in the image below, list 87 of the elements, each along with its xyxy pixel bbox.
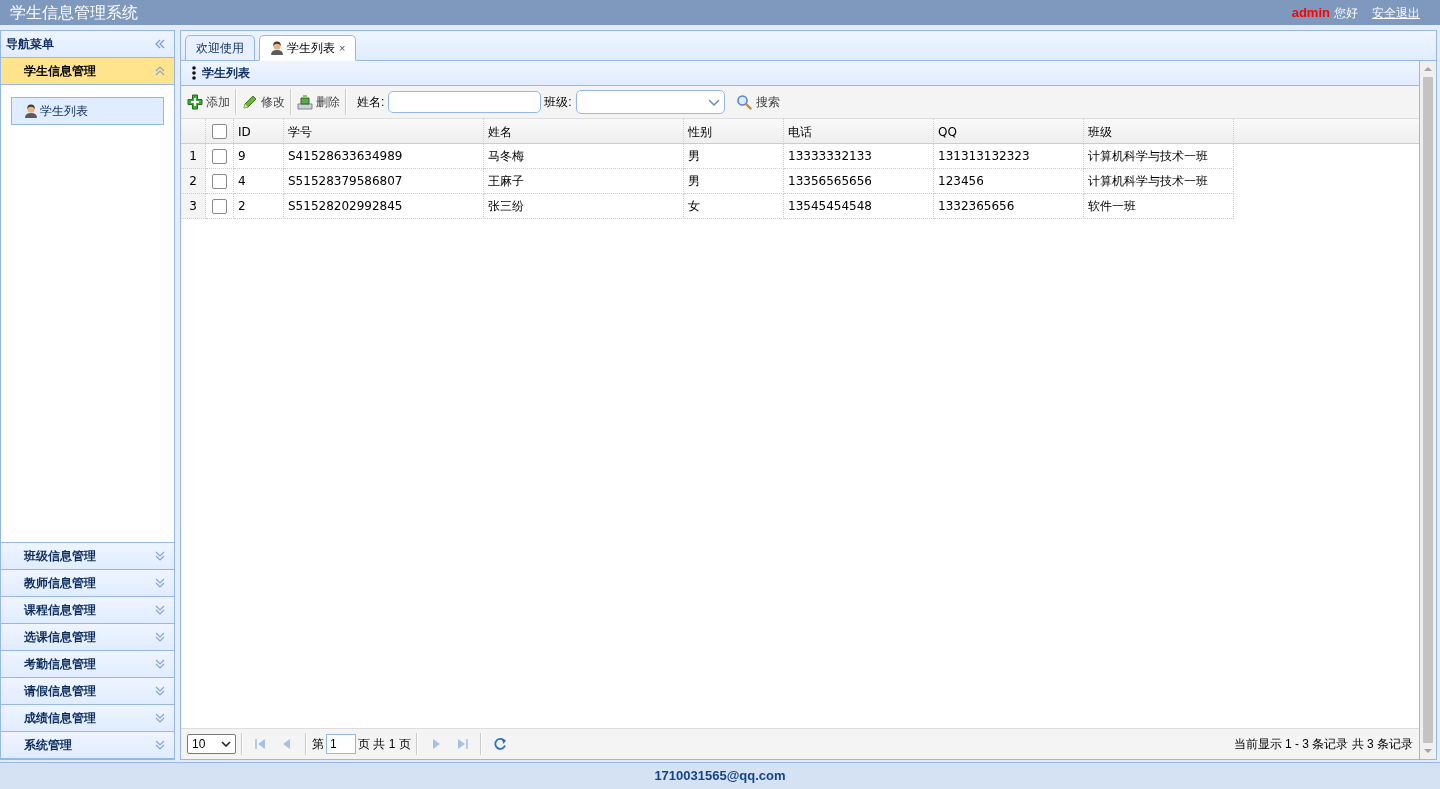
table-cell: 马冬梅 [484, 144, 684, 169]
table-cell: 女 [684, 194, 784, 219]
row-number: 3 [181, 194, 206, 219]
table-cell: S51528379586807 [284, 169, 484, 194]
accordion-header[interactable]: 成绩信息管理 [1, 705, 174, 732]
chevron-down-icon [707, 98, 720, 106]
field-label: 姓名: [357, 94, 385, 111]
table-cell: 1332365656 [934, 194, 1084, 219]
table-cell: 13356565656 [784, 169, 934, 194]
tab[interactable]: 学生列表 × [259, 35, 357, 61]
accordion-header[interactable]: 学生信息管理 [1, 58, 174, 85]
double-chevron-down-icon [155, 740, 165, 750]
table-cell: 13333332133 [784, 144, 934, 169]
accordion-header[interactable]: 课程信息管理 [1, 597, 174, 624]
row-checkbox[interactable] [212, 173, 227, 189]
column-header[interactable]: 班级 [1084, 119, 1234, 144]
accordion-header[interactable]: 请假信息管理 [1, 678, 174, 705]
pencil-icon [242, 94, 258, 110]
plus-icon [187, 94, 203, 110]
table-cell: 9 [234, 144, 284, 169]
table-cell: 男 [684, 169, 784, 194]
table-cell: S41528633634989 [284, 144, 484, 169]
tab-close-button[interactable]: × [339, 39, 346, 57]
page-count-label: 页 共 1 页 [358, 736, 411, 753]
double-chevron-down-icon [155, 686, 165, 696]
accordion-header[interactable]: 教师信息管理 [1, 570, 174, 597]
chevron-down-icon [221, 741, 231, 747]
dropdown-field[interactable] [575, 90, 725, 114]
table-cell: 13545454548 [784, 194, 934, 219]
table-cell: 4 [234, 169, 284, 194]
scrollbar-thumb[interactable] [1423, 77, 1433, 743]
column-header[interactable]: ID [234, 119, 284, 144]
double-chevron-left-icon[interactable] [155, 39, 165, 49]
column-header[interactable]: 姓名 [484, 119, 684, 144]
sidebar-title: 导航菜单 [6, 36, 54, 53]
row-checkbox[interactable] [212, 148, 227, 164]
row-checkbox[interactable] [212, 198, 227, 214]
sidebar-item[interactable]: 学生列表 [11, 97, 164, 125]
accordion-header[interactable]: 班级信息管理 [1, 543, 174, 570]
search-icon [735, 94, 752, 110]
page-label: 第 [312, 736, 324, 753]
tab[interactable]: 欢迎使用 [185, 35, 255, 61]
table-cell: S51528202992845 [284, 194, 484, 219]
vertical-dots-icon [192, 66, 196, 80]
person-icon [24, 104, 38, 118]
row-number: 1 [181, 144, 206, 169]
search-button[interactable]: 搜索 [734, 89, 781, 115]
double-chevron-up-icon [155, 66, 165, 76]
double-chevron-down-icon [155, 605, 165, 615]
username: admin [1291, 3, 1330, 22]
page-size-select[interactable]: 10 [187, 734, 236, 754]
refresh-icon[interactable] [492, 737, 507, 751]
table-cell: 计算机科学与技术一班 [1084, 144, 1234, 169]
table-cell: 软件一班 [1084, 194, 1234, 219]
column-header[interactable]: 电话 [784, 119, 934, 144]
column-header[interactable]: 学号 [284, 119, 484, 144]
delete-button[interactable]: 删除 [296, 89, 341, 115]
add-button[interactable]: 添加 [186, 89, 231, 115]
page-input[interactable]: 1 [326, 734, 356, 754]
table-cell: 2 [234, 194, 284, 219]
column-header[interactable]: QQ [934, 119, 1084, 144]
row-number: 2 [181, 169, 206, 194]
double-chevron-down-icon [155, 632, 165, 642]
greeting-text: 您好 [1334, 4, 1358, 22]
double-chevron-down-icon [155, 578, 165, 588]
double-chevron-down-icon [155, 551, 165, 561]
footer-email: 1710031565@qq.com [654, 767, 786, 786]
field-label: 班级: [544, 94, 572, 111]
double-chevron-down-icon [155, 713, 165, 723]
table-cell: 张三纷 [484, 194, 684, 219]
grid-title: 学生列表 [202, 65, 250, 82]
table-cell: 男 [684, 144, 784, 169]
tray-icon [297, 94, 313, 110]
text-field[interactable] [388, 91, 542, 113]
table-cell: 计算机科学与技术一班 [1084, 169, 1234, 194]
accordion-header[interactable]: 选课信息管理 [1, 624, 174, 651]
double-chevron-down-icon [155, 659, 165, 669]
table-cell: 王麻子 [484, 169, 684, 194]
record-count-text: 当前显示 1 - 3 条记录 共 3 条记录 [1233, 736, 1413, 753]
accordion-header[interactable]: 考勤信息管理 [1, 651, 174, 678]
table-cell: 123456 [934, 169, 1084, 194]
column-header[interactable]: 性别 [684, 119, 784, 144]
table-cell: 131313132323 [934, 144, 1084, 169]
app-title: 学生信息管理系统 [10, 3, 138, 23]
edit-button[interactable]: 修改 [241, 89, 286, 115]
header-checkbox[interactable] [212, 123, 227, 139]
accordion-header[interactable]: 系统管理 [1, 732, 174, 759]
